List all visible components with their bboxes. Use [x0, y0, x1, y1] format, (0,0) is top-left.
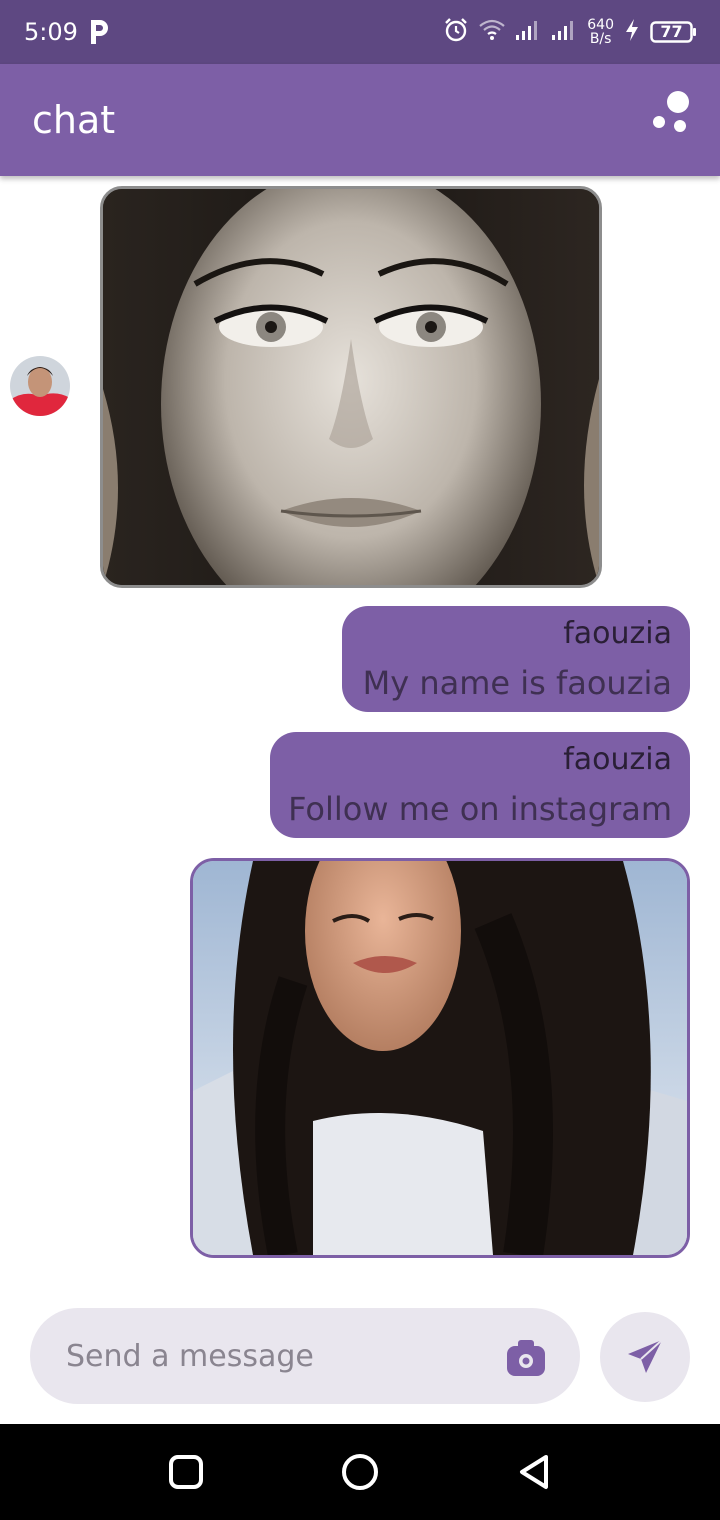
signal-icon: [551, 19, 577, 45]
system-nav-bar: [0, 1424, 720, 1520]
back-button[interactable]: [510, 1448, 558, 1496]
image-message[interactable]: [190, 858, 690, 1258]
battery-icon: 77: [650, 20, 698, 44]
image-message[interactable]: [100, 186, 602, 588]
alarm-icon: [443, 17, 469, 47]
contact-avatar[interactable]: [10, 356, 70, 416]
send-icon: [626, 1338, 664, 1380]
status-bar: 5:09 640 B/s 77: [0, 0, 720, 64]
send-button[interactable]: [600, 1312, 690, 1402]
message-sender: faouzia: [563, 616, 672, 651]
network-speed-unit: B/s: [589, 31, 612, 47]
message-input[interactable]: [66, 1336, 486, 1376]
camera-icon[interactable]: [504, 1336, 548, 1380]
home-button[interactable]: [336, 1448, 384, 1496]
message-bubble[interactable]: faouzia Follow me on instagram: [270, 732, 690, 838]
signal-icon: [515, 19, 541, 45]
status-time: 5:09: [24, 18, 78, 46]
battery-level: 77: [660, 22, 683, 41]
charging-icon: [624, 18, 640, 46]
p-icon: [88, 16, 110, 46]
message-text: Follow me on instagram: [288, 790, 672, 828]
page-title: chat: [32, 98, 116, 142]
dots-menu-icon[interactable]: [648, 88, 696, 136]
app-bar: chat: [0, 64, 720, 176]
portrait-photo: [103, 189, 599, 585]
message-bubble[interactable]: faouzia My name is faouzia: [342, 606, 690, 712]
network-speed: 640 B/s: [587, 18, 614, 46]
network-speed-value: 640: [587, 17, 614, 33]
selfie-photo: [193, 861, 687, 1255]
message-text: My name is faouzia: [362, 664, 672, 702]
recents-button[interactable]: [162, 1448, 210, 1496]
status-icons: 640 B/s 77: [443, 14, 698, 50]
message-sender: faouzia: [563, 742, 672, 777]
wifi-icon: [479, 19, 505, 45]
message-composer: [30, 1308, 580, 1404]
